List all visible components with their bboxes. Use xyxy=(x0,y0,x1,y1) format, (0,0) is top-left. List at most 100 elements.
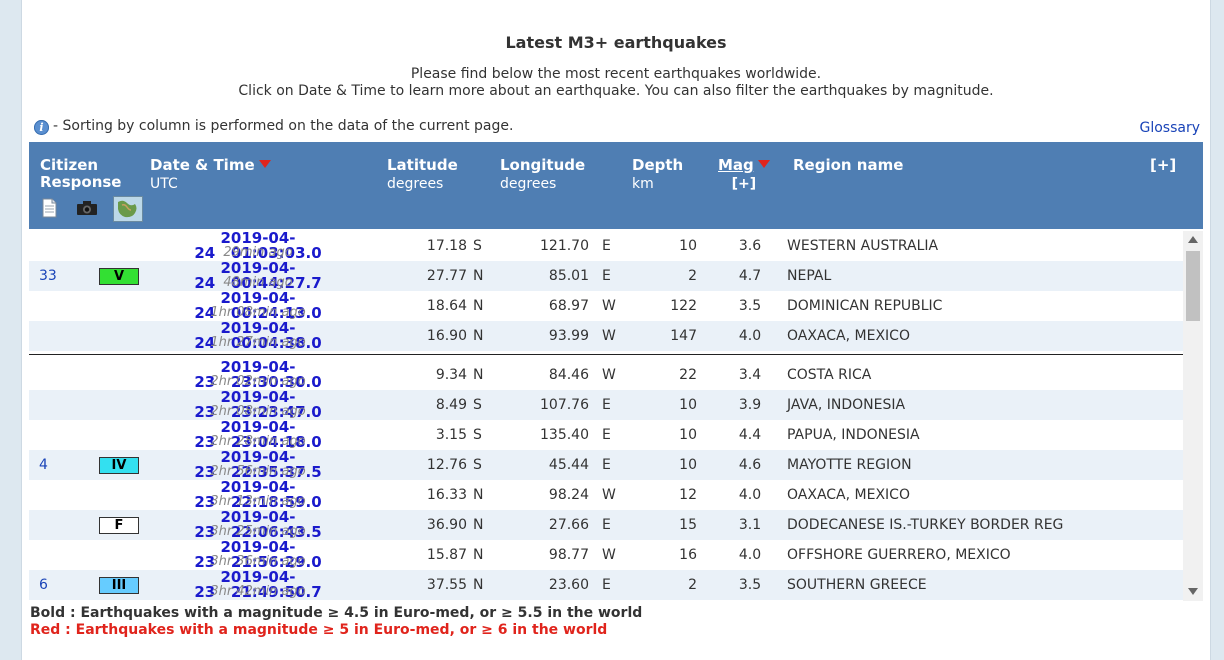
header-longitude-label[interactable]: Longitude xyxy=(500,156,585,174)
time-ago: 1hr 27min ago xyxy=(210,335,306,350)
felt-count[interactable]: 4 xyxy=(39,457,48,473)
felt-count[interactable]: 6 xyxy=(39,577,48,593)
table-row[interactable]: 2019-04-23 23:23:47.0 2hr 08min ago 8.49 S 1… xyxy=(29,390,1183,420)
latitude-dir: N xyxy=(473,487,484,503)
scroll-up-icon[interactable] xyxy=(1188,236,1198,243)
region-name: OAXACA, MEXICO xyxy=(787,328,910,344)
scroll-thumb[interactable] xyxy=(1186,251,1200,321)
earthquake-table[interactable]: 2019-04-24 01:03:03.0 29min ago 17.18 S 121.… xyxy=(29,231,1203,601)
depth-value: 10 xyxy=(679,238,697,254)
magnitude-value: 3.5 xyxy=(738,577,762,593)
header-region[interactable]: Region name xyxy=(793,157,903,174)
header-region-label[interactable]: Region name xyxy=(793,156,903,174)
longitude-value: 135.40 xyxy=(540,427,589,443)
latitude-dir: N xyxy=(473,517,484,533)
latitude-value: 3.15 xyxy=(435,427,467,443)
longitude-dir: E xyxy=(602,577,611,593)
legend-bold: Bold : Earthquakes with a magnitude ≥ 4.… xyxy=(30,605,643,621)
region-name: OAXACA, MEXICO xyxy=(787,487,910,503)
header-latitude-label[interactable]: Latitude xyxy=(387,156,458,174)
latitude-value: 12.76 xyxy=(426,457,467,473)
felt-count[interactable]: 33 xyxy=(39,268,57,284)
magnitude-value: 4.4 xyxy=(738,427,762,443)
longitude-dir: E xyxy=(602,238,611,254)
latitude-value: 16.33 xyxy=(426,487,467,503)
time-ago: 2hr 28min ago xyxy=(210,434,306,449)
depth-value: 12 xyxy=(679,487,697,503)
longitude-value: 84.46 xyxy=(548,367,589,383)
mag-filter-button[interactable]: [+] xyxy=(718,176,770,193)
table-row[interactable]: 33 V 2019-04-24 00:44:27.7 48min ago 27.77 N 8… xyxy=(29,261,1183,291)
time-ago: 29min ago xyxy=(223,245,293,260)
camera-icon[interactable] xyxy=(76,200,98,216)
header-datetime[interactable]: Date & Time UTC xyxy=(150,157,271,193)
intro-line-2: Click on Date & Time to learn more about… xyxy=(238,83,994,99)
depth-value: 2 xyxy=(688,577,697,593)
table-row[interactable]: 2019-04-23 23:30:30.0 2hr 02min ago 9.34 N 8… xyxy=(29,360,1183,390)
longitude-value: 107.76 xyxy=(540,397,589,413)
legend-red: Red : Earthquakes with a magnitude ≥ 5 i… xyxy=(30,622,608,638)
time-ago: 3hr 42min ago xyxy=(210,584,306,599)
header-depth[interactable]: Depth km xyxy=(632,157,683,193)
header-depth-label[interactable]: Depth xyxy=(632,156,683,174)
longitude-dir: E xyxy=(602,457,611,473)
magnitude-value: 4.6 xyxy=(738,457,762,473)
header-mag-label[interactable]: Mag xyxy=(718,156,754,174)
region-name: OFFSHORE GUERRERO, MEXICO xyxy=(787,547,1011,563)
sort-desc-icon[interactable] xyxy=(258,160,271,168)
table-header: Citizen Response Date & Time UTC Latitud… xyxy=(29,142,1203,229)
latitude-value: 16.90 xyxy=(426,328,467,344)
sorting-info-text: - Sorting by column is performed on the … xyxy=(53,118,514,134)
table-row[interactable]: F 2019-04-23 22:06:43.5 3hr 25min ago 36.90… xyxy=(29,510,1183,540)
intensity-badge[interactable]: V xyxy=(99,268,139,285)
region-name: MAYOTTE REGION xyxy=(787,457,912,473)
intro-line-1: Please find below the most recent earthq… xyxy=(410,66,822,82)
page-title: Latest M3+ earthquakes xyxy=(505,33,727,52)
latitude-dir: N xyxy=(473,298,484,314)
header-datetime-label[interactable]: Date & Time xyxy=(150,156,255,174)
longitude-value: 121.70 xyxy=(540,238,589,254)
magnitude-value: 4.0 xyxy=(738,328,762,344)
map-icon[interactable] xyxy=(113,196,143,222)
expand-columns-button[interactable]: [+] xyxy=(1150,157,1176,174)
table-row[interactable]: 2019-04-23 22:18:59.0 3hr 13min ago 16.33 N… xyxy=(29,480,1183,510)
table-row[interactable]: 2019-04-23 23:04:18.0 2hr 28min ago 3.15 S 1… xyxy=(29,420,1183,450)
table-row[interactable]: 6 III 2019-04-23 21:49:50.7 3hr 42min ago 37… xyxy=(29,570,1183,600)
time-ago: 3hr 13min ago xyxy=(210,494,306,509)
header-mag[interactable]: Mag [+] xyxy=(718,157,770,193)
latitude-value: 8.49 xyxy=(435,397,467,413)
header-latitude[interactable]: Latitude degrees xyxy=(387,157,458,193)
latitude-value: 37.55 xyxy=(426,577,467,593)
header-longitude[interactable]: Longitude degrees xyxy=(500,157,585,193)
longitude-value: 27.66 xyxy=(548,517,589,533)
depth-value: 2 xyxy=(688,268,697,284)
latitude-dir: N xyxy=(473,367,484,383)
table-row[interactable]: 2019-04-24 01:03:03.0 29min ago 17.18 S 121.… xyxy=(29,231,1183,261)
intensity-badge[interactable]: IV xyxy=(99,457,139,474)
header-datetime-sub: UTC xyxy=(150,176,178,192)
sorting-info: i - Sorting by column is performed on the… xyxy=(34,118,513,135)
table-row[interactable]: 2019-04-23 21:56:29.0 3hr 36min ago 15.87 N… xyxy=(29,540,1183,570)
magnitude-value: 3.9 xyxy=(738,397,762,413)
table-row[interactable]: 4 IV 2019-04-23 22:35:37.5 2hr 56min ago 12.… xyxy=(29,450,1183,480)
table-scrollbar[interactable] xyxy=(1183,231,1203,601)
intensity-badge[interactable]: III xyxy=(99,577,139,594)
table-row[interactable]: 2019-04-24 00:24:13.0 1hr 08min ago 18.64 N… xyxy=(29,291,1183,321)
latitude-dir: N xyxy=(473,268,484,284)
depth-value: 147 xyxy=(670,328,697,344)
region-name: COSTA RICA xyxy=(787,367,872,383)
longitude-value: 45.44 xyxy=(548,457,589,473)
info-icon: i xyxy=(34,120,49,135)
scroll-down-icon[interactable] xyxy=(1188,588,1198,595)
header-citizen-label: Citizen xyxy=(40,156,99,174)
longitude-value: 98.77 xyxy=(548,547,589,563)
glossary-link[interactable]: Glossary xyxy=(1139,120,1200,136)
depth-value: 10 xyxy=(679,457,697,473)
time-ago: 3hr 25min ago xyxy=(210,524,306,539)
longitude-dir: W xyxy=(602,487,616,503)
table-row[interactable]: 2019-04-24 00:04:38.0 1hr 27min ago 16.90 N… xyxy=(29,321,1183,351)
document-icon[interactable] xyxy=(41,198,59,218)
intensity-badge[interactable]: F xyxy=(99,517,139,534)
latitude-dir: N xyxy=(473,577,484,593)
sort-desc-icon[interactable] xyxy=(757,160,770,168)
